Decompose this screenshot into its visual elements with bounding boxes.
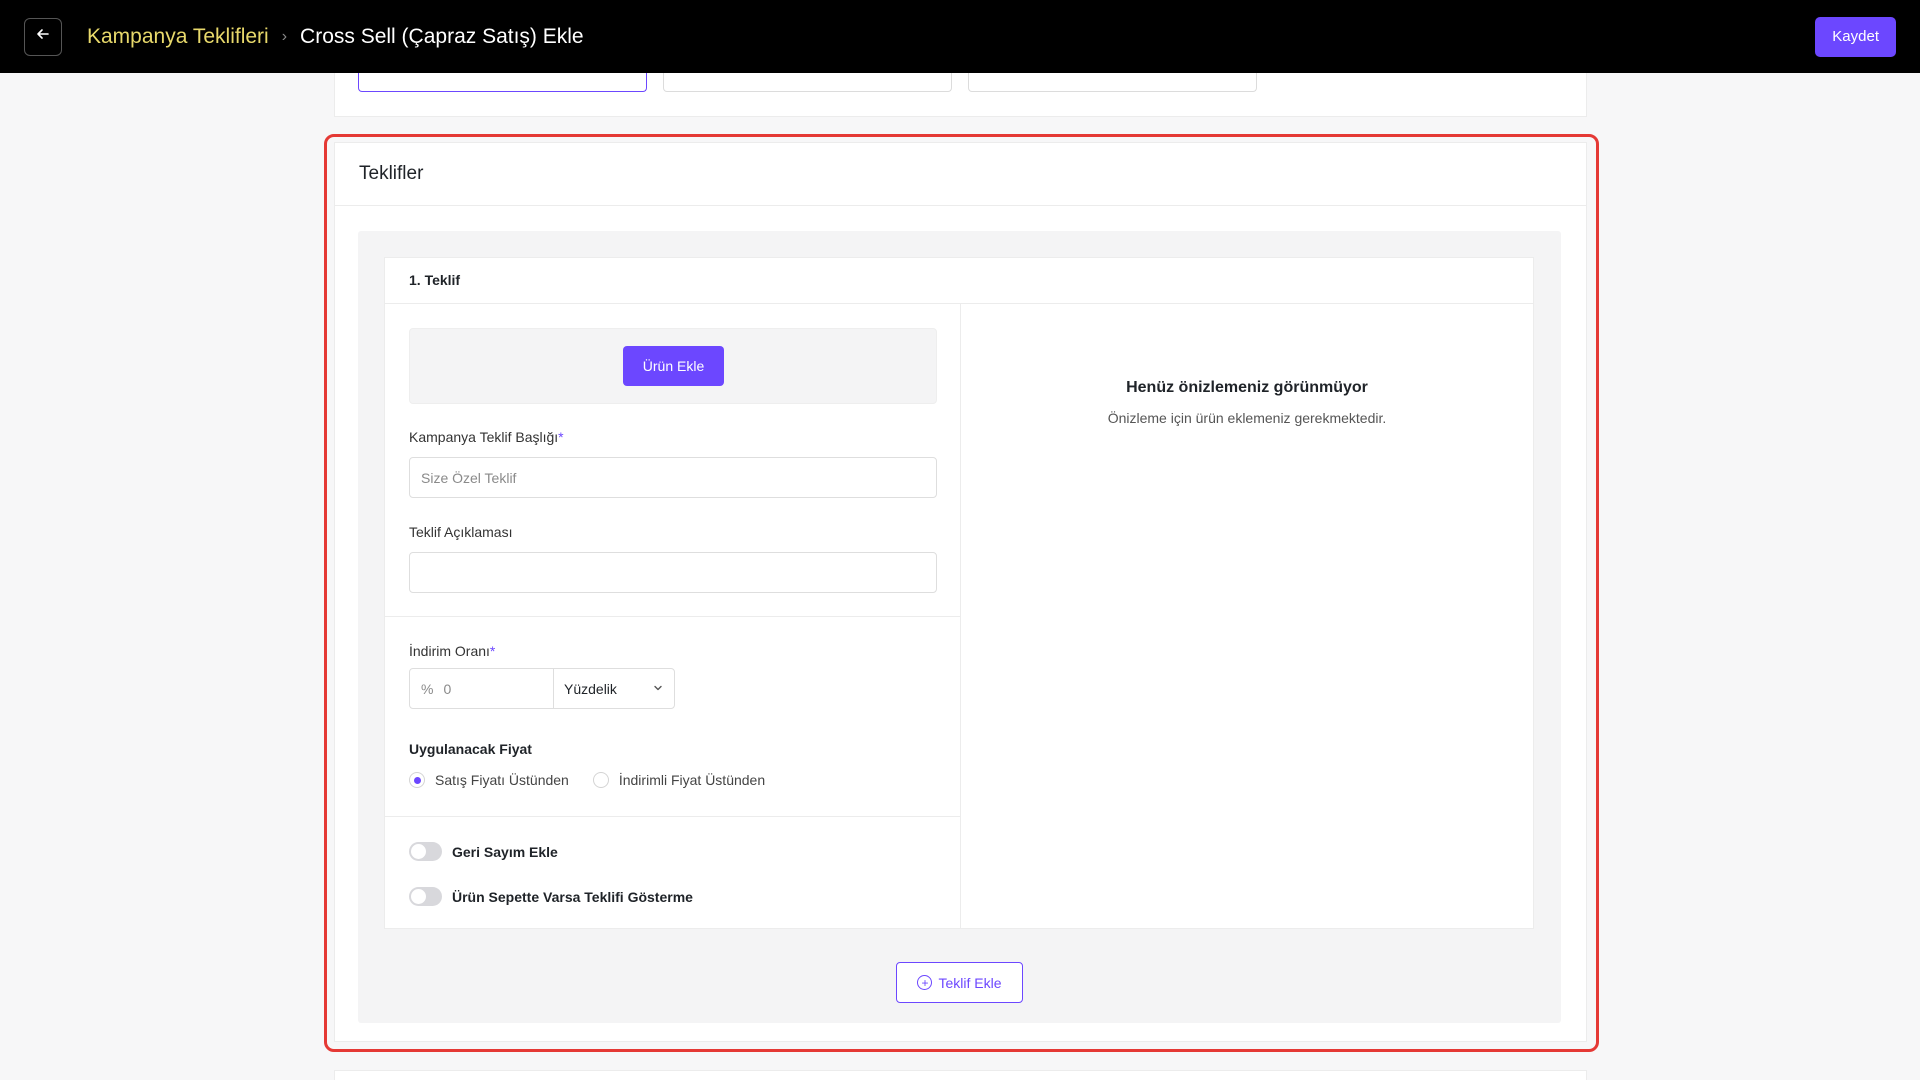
discount-type-select[interactable]: Yüzdelik — [554, 669, 674, 708]
campaign-title-input[interactable] — [409, 457, 937, 498]
offer-title: 1. Teklif — [385, 258, 1533, 304]
divider — [385, 816, 961, 817]
offers-section-title: Teklifler — [335, 143, 1586, 206]
top-bar: Kampanya Teklifleri › Cross Sell (Çapraz… — [0, 0, 1920, 73]
radio-sale-price[interactable] — [409, 772, 425, 788]
campaign-title-label: Kampanya Teklif Başlığı* — [409, 429, 564, 445]
add-offer-button[interactable]: + Teklif Ekle — [896, 962, 1023, 1003]
hide-if-in-cart-toggle-label: Ürün Sepette Varsa Teklifi Gösterme — [452, 888, 693, 905]
offers-card: Teklifler 1. Teklif Ürün Ekle Kampanya T… — [334, 142, 1587, 1042]
preview-empty-title: Henüz önizlemeniz görünmüyor — [1126, 379, 1368, 396]
required-mark: * — [558, 429, 564, 445]
hide-if-in-cart-toggle-row: Ürün Sepette Varsa Teklifi Gösterme — [409, 887, 693, 906]
offers-body: 1. Teklif Ürün Ekle Kampanya Teklif Başl… — [358, 231, 1561, 1023]
offer-form: Ürün Ekle Kampanya Teklif Başlığı* Tekli… — [385, 304, 961, 928]
divider — [385, 616, 961, 617]
radio-label-discounted-price: İndirimli Fiyat Üstünden — [618, 772, 766, 788]
chevron-right-icon: › — [281, 27, 288, 45]
radio-label-sale-price: Satış Fiyatı Üstünden — [435, 772, 569, 788]
add-product-button[interactable]: Ürün Ekle — [623, 346, 724, 386]
back-button[interactable] — [24, 17, 62, 56]
add-offer-label: Teklif Ekle — [938, 974, 1002, 991]
next-section-card — [334, 1070, 1587, 1080]
discount-label: İndirim Oranı* — [409, 643, 496, 659]
discount-rate-input[interactable]: % 0 — [410, 669, 554, 708]
preview-empty-subtitle: Önizleme için ürün eklemeniz gerekmekted… — [1107, 410, 1387, 426]
save-button[interactable]: Kaydet — [1815, 16, 1896, 57]
required-mark: * — [489, 643, 496, 659]
countdown-toggle-row: Geri Sayım Ekle — [409, 842, 558, 861]
price-option-discounted[interactable]: İndirimli Fiyat Üstünden — [592, 772, 766, 788]
page-title: Cross Sell (Çapraz Satış) Ekle — [300, 24, 584, 48]
discount-rate-value: 0 — [443, 680, 452, 697]
arrow-left-icon — [35, 26, 51, 47]
countdown-toggle-label: Geri Sayım Ekle — [452, 843, 558, 860]
offer-panel: 1. Teklif Ürün Ekle Kampanya Teklif Başl… — [384, 257, 1534, 929]
description-label: Teklif Açıklaması — [409, 524, 513, 540]
breadcrumb-parent-link[interactable]: Kampanya Teklifleri — [87, 25, 269, 49]
radio-discounted-price[interactable] — [592, 772, 609, 788]
preview-panel: Henüz önizlemeniz görünmüyor Önizleme iç… — [961, 304, 1533, 928]
chevron-down-icon — [652, 681, 664, 697]
price-option-sale[interactable]: Satış Fiyatı Üstünden — [409, 772, 569, 788]
description-input[interactable] — [409, 552, 937, 593]
price-section-title: Uygulanacak Fiyat — [409, 741, 532, 757]
product-area: Ürün Ekle — [409, 328, 937, 404]
plus-circle-icon: + — [917, 975, 933, 990]
price-options: Satış Fiyatı Üstünden İndirimli Fiyat Üs… — [409, 772, 789, 788]
discount-rate-group: % 0 Yüzdelik — [409, 668, 675, 709]
percent-icon: % — [421, 680, 434, 697]
countdown-toggle[interactable] — [409, 842, 442, 861]
hide-if-in-cart-toggle[interactable] — [409, 887, 442, 906]
discount-type-value: Yüzdelik — [564, 680, 617, 697]
